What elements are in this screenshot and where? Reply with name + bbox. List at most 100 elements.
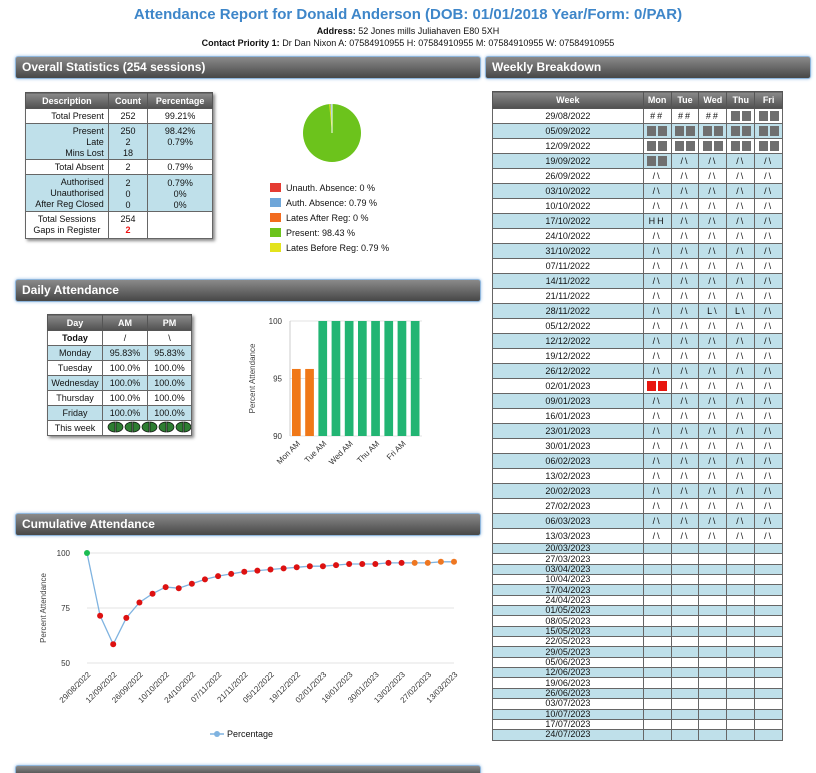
session-mark: /\ xyxy=(642,228,672,244)
col-mon: Mon xyxy=(642,91,672,109)
session-mark: /\ xyxy=(754,168,783,184)
session-mark: /\ xyxy=(670,333,700,349)
week-date: 19/09/2022 xyxy=(492,153,644,169)
week-row: 22/05/2023 xyxy=(492,636,783,648)
this-week-session-icons xyxy=(107,421,192,433)
session-mark: /\ xyxy=(726,363,756,379)
session-mark: /\ xyxy=(642,393,672,409)
week-date: 07/11/2022 xyxy=(492,258,644,274)
week-date: 10/10/2022 xyxy=(492,198,644,214)
closed-session-marks xyxy=(726,108,756,124)
session-mark: /\ xyxy=(754,453,783,469)
session-mark: /\ xyxy=(670,513,700,529)
present-group-labels: Present Late Mins Lost xyxy=(25,123,109,160)
session-mark: /\ xyxy=(754,513,783,529)
week-date: 10/04/2023 xyxy=(492,574,644,586)
session-mark xyxy=(754,646,783,658)
week-date: 17/10/2022 xyxy=(492,213,644,229)
absence-mark xyxy=(658,381,668,392)
week-row: 10/07/2023 xyxy=(492,708,783,720)
data-point xyxy=(306,563,313,570)
week-date: 03/10/2022 xyxy=(492,183,644,199)
session-mark xyxy=(698,677,728,689)
session-mark: /\ xyxy=(754,423,783,439)
session-mark: /\ xyxy=(670,528,700,544)
closed-mark xyxy=(702,126,712,137)
week-date: 16/01/2023 xyxy=(492,408,644,424)
week-date: 14/11/2022 xyxy=(492,273,644,289)
closed-mark xyxy=(658,126,668,137)
data-point xyxy=(162,584,169,591)
closed-mark xyxy=(769,126,779,137)
week-row: 01/05/2023 xyxy=(492,605,783,617)
session-mark: /\ xyxy=(642,438,672,454)
week-row: 19/06/2023 xyxy=(492,677,783,689)
session-mark xyxy=(642,698,672,710)
session-mark xyxy=(726,677,756,689)
week-date: 05/09/2022 xyxy=(492,123,644,139)
session-mark: /\ xyxy=(726,258,756,274)
stat-count: 254 xyxy=(120,214,136,224)
session-mark: /\ xyxy=(726,498,756,514)
session-mark xyxy=(670,656,700,669)
session-mark xyxy=(726,615,756,627)
week-row: 24/10/2022/\/\/\/\/\ xyxy=(492,228,783,244)
session-mark: /\ xyxy=(726,513,756,529)
closed-mark xyxy=(741,111,751,122)
legend-label: Auth. Absence: 0.79 % xyxy=(286,197,378,208)
session-mark: /\ xyxy=(754,363,783,379)
session-mark: /\ xyxy=(726,528,756,544)
week-date: 12/06/2023 xyxy=(492,667,644,679)
week-row: 16/01/2023/\/\/\/\/\ xyxy=(492,408,783,424)
week-row: 07/11/2022/\/\/\/\/\ xyxy=(492,258,783,274)
week-row: 03/07/2023 xyxy=(492,698,783,710)
session-mark xyxy=(670,698,700,710)
session-mark: /\ xyxy=(754,393,783,409)
week-row: 26/06/2023 xyxy=(492,687,783,700)
legend-swatch xyxy=(270,183,281,192)
overall-statistics-table: Description Count Percentage Total Present… xyxy=(25,92,213,239)
stat-percent: 0.79% xyxy=(167,137,193,147)
day-label: Wednesday xyxy=(47,375,103,391)
stat-count: 18 xyxy=(122,148,133,158)
data-point xyxy=(372,561,379,567)
closed-mark xyxy=(713,141,723,152)
stat-percent: 0% xyxy=(173,188,187,199)
legend-swatch xyxy=(270,198,281,207)
session-mark: /\ xyxy=(754,273,783,289)
session-mark xyxy=(642,594,672,607)
session-mark: /\ xyxy=(670,273,700,289)
stat-label: Unauthorised xyxy=(50,188,104,198)
daily-row: Tuesday 100.0% 100.0% xyxy=(47,360,192,376)
session-mark: /\ xyxy=(726,168,756,184)
session-mark: /\ xyxy=(726,213,756,229)
session-mark: /\ xyxy=(642,318,672,334)
closed-mark xyxy=(674,126,684,137)
session-mark: /\ xyxy=(698,468,728,484)
session-mark: /\ xyxy=(698,528,728,544)
cumulative-attendance-line-chart: 5075100Percent Attendance29/08/202212/09… xyxy=(39,549,460,705)
stat-label: Total Present xyxy=(25,108,109,124)
closed-mark xyxy=(730,141,740,152)
session-mark: /\ xyxy=(698,183,728,199)
page-title: Attendance Report for Donald Anderson (D… xyxy=(133,6,683,23)
col-count: Count xyxy=(107,92,149,109)
data-point xyxy=(359,561,366,567)
session-mark: /\ xyxy=(670,288,700,304)
closed-mark xyxy=(674,141,684,152)
session-mark: /\ xyxy=(726,348,756,364)
session-mark: /\ xyxy=(670,243,700,259)
session-mark xyxy=(754,615,783,627)
session-mark xyxy=(670,605,700,617)
session-mark: /\ xyxy=(698,243,728,259)
session-mark: /\ xyxy=(670,483,700,499)
session-mark: /\ xyxy=(726,423,756,439)
next-section-header xyxy=(15,765,481,773)
session-mark xyxy=(642,615,672,627)
week-row: 23/01/2023/\/\/\/\/\ xyxy=(492,423,783,439)
week-row: 24/04/2023 xyxy=(492,594,783,607)
session-mark xyxy=(698,574,728,586)
session-mark xyxy=(754,698,783,710)
data-point xyxy=(333,562,340,569)
session-mark xyxy=(726,687,756,700)
